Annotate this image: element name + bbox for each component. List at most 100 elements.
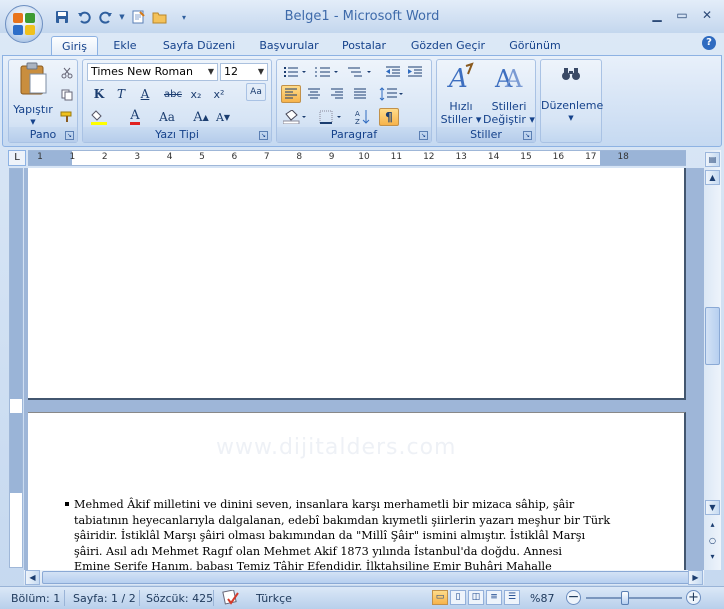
- format-painter-icon[interactable]: [57, 108, 77, 126]
- ruler-toggle-icon[interactable]: ▤: [705, 152, 720, 167]
- previous-page-icon[interactable]: ▴: [705, 518, 720, 533]
- ribbon-tabs: Giriş Ekle Sayfa Düzeni Başvurular Posta…: [0, 33, 724, 55]
- superscript-icon[interactable]: x²: [209, 85, 229, 103]
- shading-icon[interactable]: [281, 108, 311, 126]
- change-styles-button[interactable]: AA Stilleri Değiştir ▾: [483, 62, 535, 126]
- align-right-icon[interactable]: [327, 85, 347, 103]
- highlight-icon[interactable]: [89, 108, 109, 126]
- tab-sayfa-duzeni[interactable]: Sayfa Düzeni: [156, 36, 242, 55]
- numbering-icon[interactable]: [313, 63, 341, 81]
- subscript-icon[interactable]: x₂: [186, 85, 206, 103]
- zoom-out-icon[interactable]: −: [566, 590, 581, 605]
- sort-icon[interactable]: AZ: [353, 108, 373, 126]
- ruler-number: 4: [166, 152, 173, 162]
- dialog-launcher-icon[interactable]: ↘: [523, 131, 532, 140]
- body-paragraph[interactable]: Mehmed Âkif milletini ve dinini seven, i…: [65, 497, 614, 570]
- increase-indent-icon[interactable]: [405, 63, 425, 81]
- line-spacing-icon[interactable]: [377, 85, 407, 103]
- scroll-left-icon[interactable]: ◀: [25, 570, 40, 585]
- borders-icon[interactable]: [317, 108, 347, 126]
- maximize-icon[interactable]: ▭: [671, 6, 693, 24]
- full-screen-reading-icon[interactable]: ▯: [450, 590, 466, 605]
- editing-label: Düzenleme: [541, 99, 604, 112]
- editing-button[interactable]: Düzenleme ▼: [541, 66, 604, 125]
- justify-icon[interactable]: [350, 85, 370, 103]
- copy-icon[interactable]: [57, 86, 77, 104]
- italic-icon[interactable]: T: [111, 85, 131, 103]
- quick-styles-button[interactable]: A Hızlı Stiller ▾: [439, 62, 483, 126]
- underline-icon[interactable]: A: [135, 85, 155, 103]
- page-2[interactable]: www.dijitalders.com Mehmed Âkif milletin…: [28, 412, 686, 570]
- zoom-level[interactable]: %87: [530, 592, 554, 605]
- tab-ekle[interactable]: Ekle: [104, 36, 146, 55]
- group-pano: Yapıştır ▼ Pano ↘: [8, 59, 78, 143]
- multilevel-list-icon[interactable]: [345, 63, 375, 81]
- ruler-number: 9: [328, 152, 335, 162]
- page-1[interactable]: [28, 168, 686, 400]
- dialog-launcher-icon[interactable]: ↘: [259, 131, 268, 140]
- zoom-slider-thumb[interactable]: [621, 591, 629, 605]
- grow-font-icon[interactable]: A ▲: [191, 108, 211, 126]
- align-left-icon[interactable]: [281, 85, 301, 103]
- vertical-scrollbar[interactable]: ▤ ▲ ▼ ▴ ○ ▾: [704, 150, 721, 570]
- word-count[interactable]: Sözcük: 425: [146, 592, 213, 605]
- vertical-ruler[interactable]: [9, 168, 23, 568]
- group-paragraf: AZ ¶ Paragraf ↘: [276, 59, 432, 143]
- scroll-up-icon[interactable]: ▲: [705, 170, 720, 185]
- tab-basvurular[interactable]: Başvurular: [252, 36, 326, 55]
- horizontal-scrollbar[interactable]: ◀ ▶: [24, 570, 704, 585]
- minimize-icon[interactable]: ▁: [646, 6, 668, 24]
- tab-gorunum[interactable]: Görünüm: [500, 36, 570, 55]
- align-center-icon[interactable]: [304, 85, 324, 103]
- clear-format-icon[interactable]: Aa: [246, 83, 266, 101]
- ruler-left-margin: [28, 151, 72, 165]
- tab-selector[interactable]: L: [8, 150, 26, 166]
- decrease-indent-icon[interactable]: [383, 63, 403, 81]
- show-formatting-icon[interactable]: ¶: [379, 108, 399, 126]
- dialog-launcher-icon[interactable]: ↘: [419, 131, 428, 140]
- page-indicator[interactable]: Sayfa: 1 / 2: [73, 592, 136, 605]
- document-area[interactable]: www.dijitalders.com Mehmed Âkif milletin…: [24, 168, 704, 570]
- zoom-in-icon[interactable]: +: [686, 590, 701, 605]
- scroll-thumb[interactable]: [705, 307, 720, 365]
- strikethrough-icon[interactable]: abc: [163, 85, 183, 103]
- outline-icon[interactable]: ≡: [486, 590, 502, 605]
- scroll-down-icon[interactable]: ▼: [705, 500, 720, 515]
- next-page-icon[interactable]: ▾: [705, 550, 720, 565]
- section-indicator[interactable]: Bölüm: 1: [11, 592, 60, 605]
- ribbon: Yapıştır ▼ Pano ↘ Times New Roman ▼ 12 ▼…: [2, 55, 722, 147]
- font-size-select[interactable]: 12 ▼: [220, 63, 268, 81]
- hscroll-thumb[interactable]: [42, 571, 694, 584]
- group-stiller: A Hızlı Stiller ▾ AA Stilleri Değiştir ▾…: [436, 59, 536, 143]
- zoom-slider-track[interactable]: [586, 597, 682, 599]
- bold-icon[interactable]: K: [89, 85, 109, 103]
- font-color-icon[interactable]: A: [125, 108, 145, 126]
- cut-icon[interactable]: [57, 64, 77, 82]
- horizontal-ruler[interactable]: 1 1 2 3 4 5 6 7 8 9 10 11 12 13 14 15 16 17 18: [28, 150, 686, 166]
- draft-icon[interactable]: ☰: [504, 590, 520, 605]
- change-case-icon[interactable]: Aa: [157, 108, 177, 126]
- text-line: şâiridir. İstiklâl Marşı şâiri olması ba…: [74, 529, 586, 542]
- scroll-right-icon[interactable]: ▶: [688, 570, 703, 585]
- language-indicator[interactable]: Türkçe: [256, 592, 292, 605]
- office-button[interactable]: [5, 5, 43, 43]
- help-icon[interactable]: ?: [702, 36, 716, 50]
- tab-postalar[interactable]: Postalar: [334, 36, 394, 55]
- svg-text:A: A: [355, 110, 360, 118]
- chevron-down-icon: ▼: [568, 114, 574, 122]
- close-icon[interactable]: ✕: [696, 6, 718, 24]
- font-name-select[interactable]: Times New Roman ▼: [87, 63, 218, 81]
- shrink-font-icon[interactable]: A ▼: [213, 108, 233, 126]
- web-layout-icon[interactable]: ◫: [468, 590, 484, 605]
- dialog-launcher-icon[interactable]: ↘: [65, 131, 74, 140]
- select-browse-object-icon[interactable]: ○: [705, 534, 720, 549]
- paste-button[interactable]: Yapıştır ▼: [11, 62, 55, 129]
- tab-gozden-gecir[interactable]: Gözden Geçir: [404, 36, 492, 55]
- font-size-value: 12: [224, 65, 238, 78]
- print-layout-icon[interactable]: ▭: [432, 590, 448, 605]
- tab-giris[interactable]: Giriş: [51, 36, 98, 55]
- ruler-number: 5: [199, 152, 205, 162]
- proofing-icon[interactable]: [222, 589, 240, 609]
- bullets-icon[interactable]: [281, 63, 309, 81]
- separator: [213, 590, 214, 606]
